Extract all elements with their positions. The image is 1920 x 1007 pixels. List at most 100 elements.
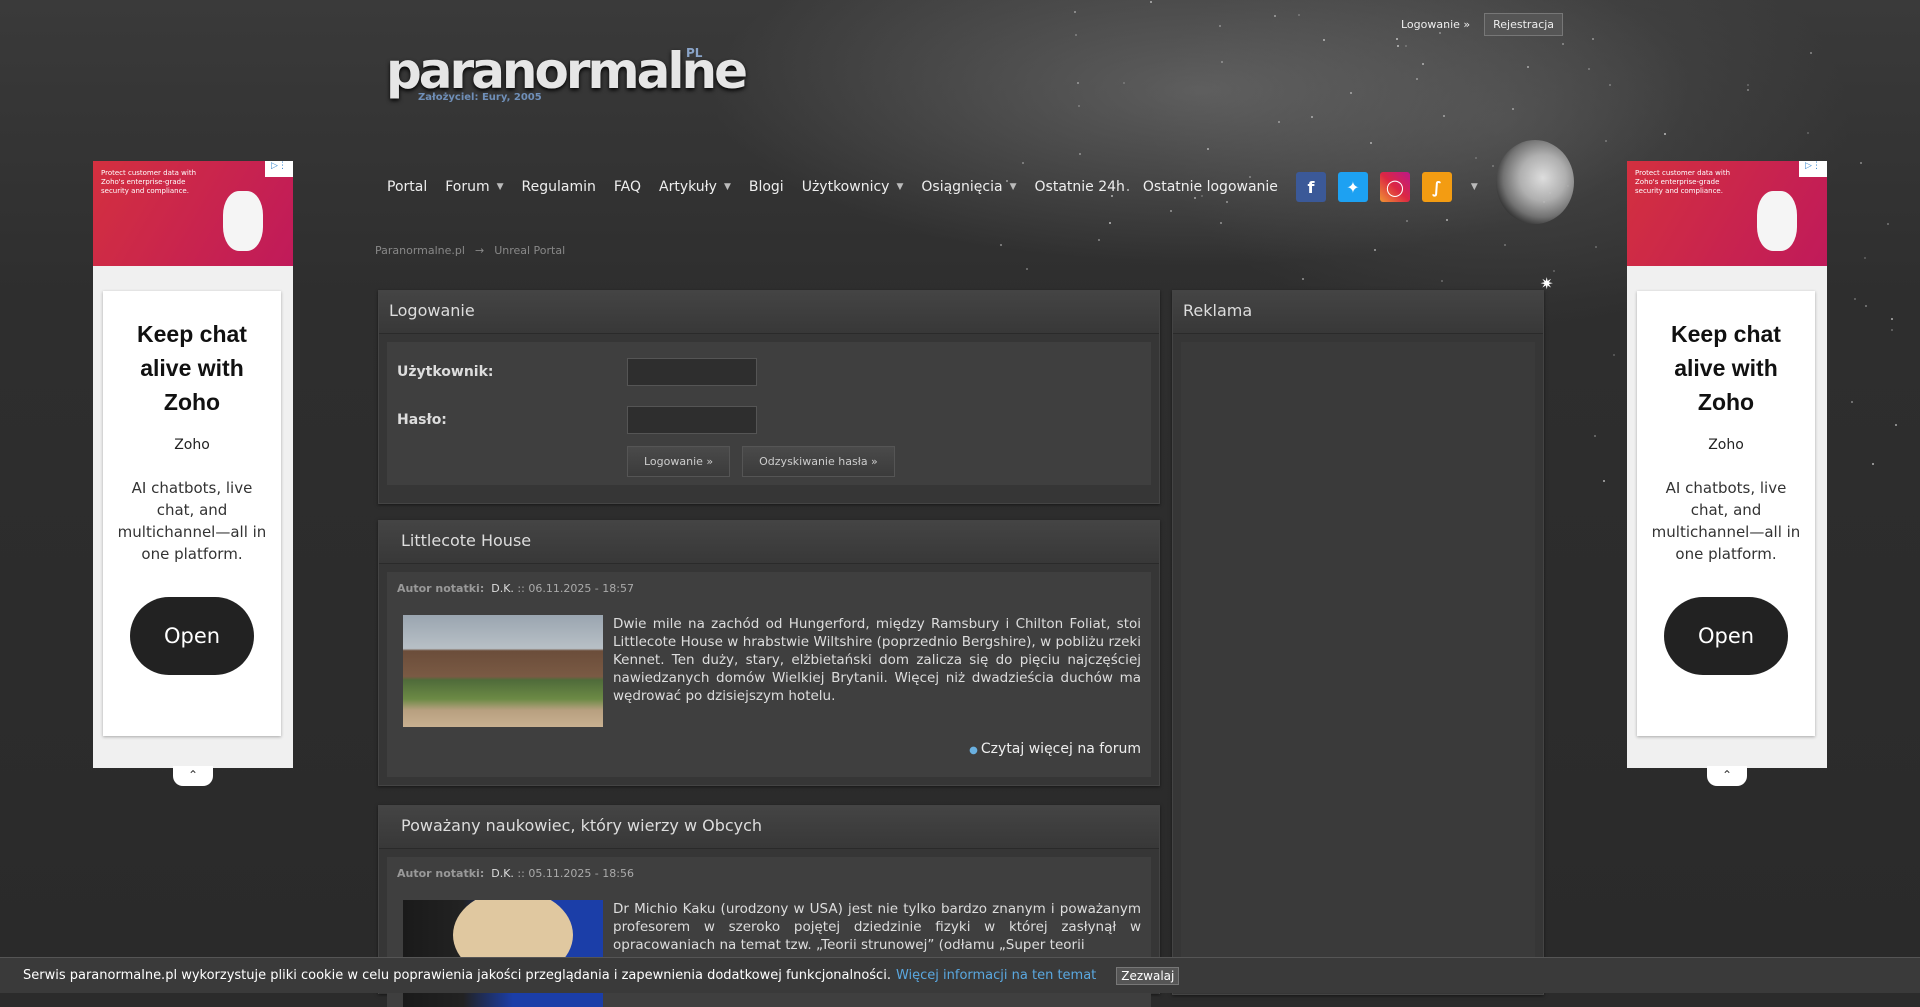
chevron-up-icon[interactable]: ⌃ [1707,766,1747,786]
star-decoration [1219,221,1222,224]
nav-label: Blogi [748,179,784,195]
article-date: :: 06.11.2025 - 18:57 [517,582,634,595]
side-ad-right[interactable]: Protect customer data with Zoho's enterp… [1627,161,1827,786]
nav-item-uzytkownicy[interactable]: Użytkownicy ▼ [802,179,904,195]
meta-label: Autor notatki: [397,582,485,595]
top-login-link[interactable]: Logowanie » [1395,14,1476,35]
nav-item-ostatnie-24h[interactable]: Ostatnie 24h [1035,179,1125,195]
rss-icon[interactable]: ∫ [1421,172,1452,202]
star-decoration [1587,68,1590,70]
star-decoration [1806,132,1809,135]
nav-label: Ostatnie 24h [1034,179,1125,195]
register-button[interactable]: Rejestracja [1484,13,1564,36]
article-author[interactable]: D.K. [491,867,514,880]
chevron-down-icon[interactable]: ▼ [1471,182,1478,192]
star-decoration [1074,34,1077,37]
star-decoration [1374,248,1377,251]
article-author[interactable]: D.K. [491,582,514,595]
star-decoration [1442,114,1445,117]
star-decoration [1077,105,1080,108]
ad-brand: Zoho [174,437,210,453]
cookie-allow-button[interactable]: Zezwalaj [1116,966,1180,985]
star-decoration [1000,243,1003,246]
login-panel: Logowanie Użytkownik: Hasło: Logowanie »… [378,290,1160,504]
astronaut-image [1757,191,1797,251]
star-decoration [1297,13,1300,16]
cookie-text: Serwis paranormalne.pl wykorzystuje plik… [23,968,891,983]
breadcrumb-current[interactable]: Unreal Portal [494,244,565,257]
chevron-up-icon[interactable]: ⌃ [173,766,213,786]
facebook-icon[interactable]: f [1295,172,1326,202]
ad-brand: Zoho [1708,437,1744,453]
nav-label: Artykuły [659,179,717,195]
nav-label: Forum [445,179,490,195]
star-decoration [1220,61,1223,64]
article-title[interactable]: Littlecote House [379,521,1159,564]
ad-card: Keep chat alive with Zoho Zoho AI chatbo… [1637,291,1815,736]
ad-banner[interactable]: Protect customer data with Zoho's enterp… [1627,161,1827,266]
breadcrumb-home[interactable]: Paranormalne.pl [375,244,465,257]
ad-description: AI chatbots, live chat, and multichannel… [117,479,267,563]
ad-headline: Keep chat alive with Zoho [137,321,247,415]
site-logo[interactable]: paranormalne PL Założyciel: Eury, 2005 [386,42,748,103]
astronaut-image [223,191,263,251]
top-links: Logowanie » Rejestracja [1395,13,1564,36]
chevron-down-icon: ▼ [723,182,731,192]
nav-item-artykuly[interactable]: Artykuły ▼ [659,179,731,195]
star-decoration [1853,297,1856,300]
moon-decoration [1496,140,1574,224]
article-meta: Autor notatki: D.K. :: 06.11.2025 - 18:5… [387,572,1151,595]
chevron-down-icon: ▼ [1009,182,1017,192]
nav-item-forum[interactable]: Forum ▼ [445,179,503,195]
star-decoration [1594,245,1597,248]
nav-label: FAQ [613,179,642,195]
social-links: f ✦ ◯ ∫ ▼ [1295,172,1478,202]
nav-label: Użytkownicy [801,179,890,195]
side-ad-left[interactable]: Protect customer data with Zoho's enterp… [93,161,293,786]
password-input[interactable] [627,406,757,434]
nav-item-ostatnie-logowanie[interactable]: Ostatnie logowanie [1143,179,1278,195]
star-decoration [1526,65,1529,68]
star-decoration [1273,14,1276,17]
adchoices-icon[interactable]: ▷⋮ [1799,161,1827,177]
article-thumbnail[interactable] [403,615,603,727]
nav-item-osiagniecia[interactable]: Osiągnięcia ▼ [921,179,1016,195]
ad-banner-text: Protect customer data with Zoho's enterp… [1635,169,1731,195]
star-decoration [1073,10,1076,13]
article-excerpt: Dwie mile na zachód od Hungerford, międz… [613,616,1141,704]
logo-pl: PL [686,46,703,60]
password-label: Hasło: [397,412,447,428]
star-decoration [1350,91,1353,94]
article-title[interactable]: Poważany naukowiec, który wierzy w Obcyc… [379,806,1159,849]
nav-item-portal[interactable]: Portal [387,179,427,195]
star-decoration [1405,219,1408,222]
chevron-down-icon: ▼ [496,182,504,192]
read-more-link[interactable]: ● Czytaj więcej na forum [387,727,1151,767]
adchoices-icon[interactable]: ▷⋮ [265,161,293,177]
chevron-down-icon: ▼ [896,182,904,192]
nav-label: Regulamin [521,179,596,195]
ad-open-button[interactable]: Open [1664,597,1788,675]
nav-item-blogi[interactable]: Blogi [749,179,784,195]
read-more-label: Czytaj więcej na forum [980,741,1141,757]
ads-panel-content [1181,342,1535,982]
cookie-more-link[interactable]: Więcej informacji na ten temat [896,968,1096,983]
ad-banner[interactable]: Protect customer data with Zoho's enterp… [93,161,293,266]
star-decoration [1170,209,1173,212]
comment-icon: ● [969,745,978,756]
meta-label: Autor notatki: [397,867,485,880]
star-decoration [1369,142,1372,145]
article-date: :: 05.11.2025 - 18:56 [517,867,634,880]
twitter-icon[interactable]: ✦ [1337,172,1368,202]
star-decoration [1021,161,1024,164]
breadcrumb: Paranormalne.pl → Unreal Portal [375,244,565,257]
recover-password-button[interactable]: Odzyskiwanie hasła » [742,446,895,477]
nav-item-faq[interactable]: FAQ [614,179,641,195]
star-decoration [1863,257,1866,260]
login-button[interactable]: Logowanie » [627,446,731,477]
nav-item-regulamin[interactable]: Regulamin [522,179,596,195]
ad-open-button[interactable]: Open [130,597,254,675]
username-input[interactable] [627,358,757,386]
instagram-icon[interactable]: ◯ [1379,172,1410,202]
star-decoration [1422,62,1425,65]
